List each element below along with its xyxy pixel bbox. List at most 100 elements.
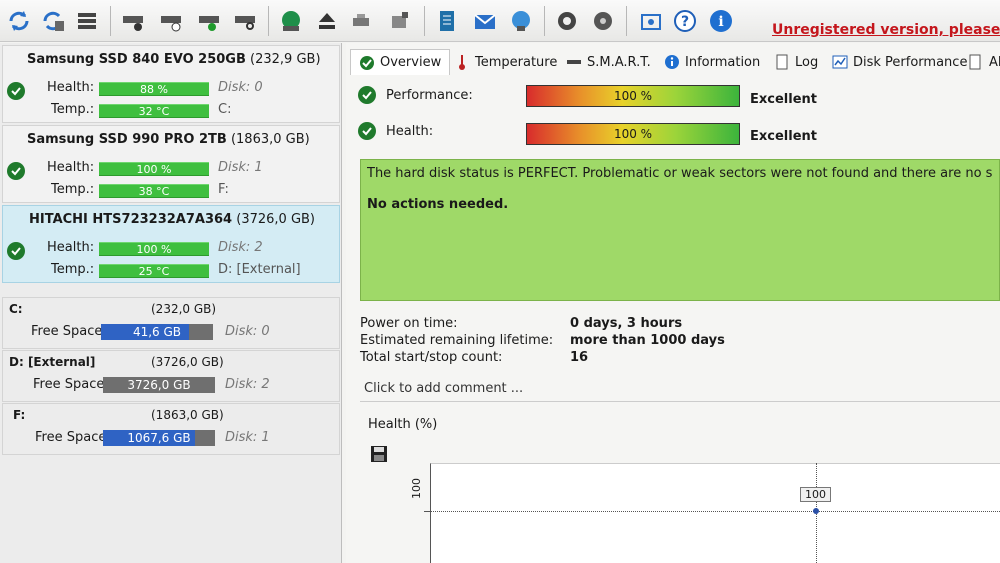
eject-icon[interactable] [312, 6, 342, 36]
performance-result: Excellent [750, 92, 817, 107]
disk-number: Disk: 0 [218, 80, 263, 95]
disk-search-icon[interactable] [230, 6, 260, 36]
temp-bar: 38 °C [99, 184, 209, 198]
data-point-label: 100 [800, 487, 831, 502]
add-comment-link[interactable]: Click to add comment ... [364, 381, 523, 396]
disk-name: Samsung SSD 840 EVO 250GB [27, 52, 246, 67]
partition-item-f[interactable]: F: (1863,0 GB) Free Space 1067,6 GB Disk… [2, 403, 340, 455]
status-text: The hard disk status is PERFECT. Problem… [367, 166, 993, 181]
health-label: Health: [47, 80, 95, 95]
disk-size: (232,9 GB) [250, 52, 321, 67]
free-space-bar: 41,6 GB [101, 324, 213, 340]
disk-item-1[interactable]: Samsung SSD 990 PRO 2TB (1863,0 GB) Heal… [2, 125, 340, 203]
left-panel: Samsung SSD 840 EVO 250GB (232,9 GB) Hea… [0, 43, 342, 563]
log-icon [774, 54, 790, 70]
partition-disk: Disk: 2 [225, 377, 270, 392]
health-result: Excellent [750, 129, 817, 144]
check-icon [359, 55, 375, 71]
drive-letter: F: [218, 182, 229, 197]
performance-label: Performance: [386, 88, 473, 103]
unregistered-link[interactable]: Unregistered version, please regis [772, 22, 1000, 38]
svg-text:i: i [718, 14, 723, 30]
disk-size: (3726,0 GB) [236, 212, 316, 227]
power-on-value: 0 days, 3 hours [570, 316, 683, 331]
screenshot-icon[interactable] [636, 6, 666, 36]
thermometer-icon [454, 54, 470, 70]
notepad-icon[interactable] [432, 6, 462, 36]
disk-number: Disk: 1 [218, 160, 263, 175]
partition-disk: Disk: 1 [225, 430, 270, 445]
temp-label: Temp.: [51, 102, 95, 117]
disk-item-2[interactable]: HITACHI HTS723232A7A364 (3726,0 GB) Heal… [2, 205, 340, 283]
health-bar: 88 % [99, 82, 209, 96]
partition-name: D: [External] [9, 355, 96, 369]
partition-size: (3726,0 GB) [151, 355, 224, 369]
info-icon [664, 54, 680, 70]
partition-item-d[interactable]: D: [External] (3726,0 GB) Free Space 372… [2, 350, 340, 402]
free-space-bar: 3726,0 GB [103, 377, 215, 393]
refresh-icon[interactable] [4, 6, 34, 36]
mail-icon[interactable] [470, 6, 500, 36]
alerts-icon [968, 54, 984, 70]
disk-item-0[interactable]: Samsung SSD 840 EVO 250GB (232,9 GB) Hea… [2, 45, 340, 123]
partition-name: F: [13, 408, 26, 422]
startstop-label: Total start/stop count: [360, 350, 503, 365]
partition-size: (232,0 GB) [151, 302, 217, 316]
startstop-value: 16 [570, 350, 589, 365]
health-label: Health: [386, 124, 434, 139]
temp-bar: 32 °C [99, 104, 209, 118]
settings-gear-icon[interactable] [552, 6, 582, 36]
globe-icon[interactable] [276, 6, 306, 36]
partition-size: (1863,0 GB) [151, 408, 224, 422]
health-bar: 100 % [526, 123, 740, 145]
help-icon[interactable]: ? [670, 6, 700, 36]
tools-icon[interactable] [346, 6, 376, 36]
actions-text: No actions needed. [367, 197, 509, 212]
info-icon[interactable]: i [706, 6, 736, 36]
right-panel: Overview Temperature S.M.A.R.T. Informat… [346, 43, 1000, 563]
performance-bar: 100 % [526, 85, 740, 107]
health-bar: 100 % [99, 242, 209, 256]
disk-check-icon[interactable] [194, 6, 224, 36]
ok-check-icon [7, 162, 25, 180]
chart-icon [832, 54, 848, 70]
disk-size: (1863,0 GB) [230, 132, 310, 147]
refresh-all-icon[interactable] [38, 6, 68, 36]
disk-down-icon[interactable] [118, 6, 148, 36]
status-message-box: The hard disk status is PERFECT. Problem… [360, 159, 1000, 301]
tab-temperature[interactable]: Temperature [454, 49, 557, 75]
tab-disk-performance[interactable]: Disk Performance [832, 49, 967, 75]
drive-letter: D: [External] [218, 262, 301, 277]
ok-check-icon [7, 242, 25, 260]
partition-item-c[interactable]: C: (232,0 GB) Free Space 41,6 GB Disk: 0 [2, 297, 340, 349]
svg-text:?: ? [681, 14, 689, 30]
tab-log[interactable]: Log [774, 49, 818, 75]
health-label: Health: [47, 160, 95, 175]
free-space-value: 3726,0 GB [127, 378, 191, 392]
puzzle-icon[interactable] [384, 6, 414, 36]
free-space-label: Free Space [35, 430, 107, 445]
disk-name: Samsung SSD 990 PRO 2TB [27, 132, 227, 147]
free-space-label: Free Space [31, 324, 103, 339]
tab-smart[interactable]: S.M.A.R.T. [566, 49, 651, 75]
disk-list-icon[interactable] [72, 6, 102, 36]
free-space-value: 41,6 GB [132, 325, 182, 339]
health-bar: 100 % [99, 162, 209, 176]
tab-overview[interactable]: Overview [350, 49, 451, 75]
lifetime-label: Estimated remaining lifetime: [360, 333, 554, 348]
temp-label: Temp.: [51, 182, 95, 197]
tab-alerts[interactable]: Al [968, 49, 1000, 75]
ok-check-icon [358, 122, 376, 140]
free-space-bar: 1067,6 GB [103, 430, 215, 446]
save-icon[interactable] [370, 445, 388, 463]
lifetime-value: more than 1000 days [570, 333, 725, 348]
sound-icon[interactable] [588, 6, 618, 36]
data-point [813, 508, 819, 514]
y-tick-label: 100 [410, 478, 423, 499]
ok-check-icon [358, 86, 376, 104]
disk-clock-icon[interactable] [156, 6, 186, 36]
ok-check-icon [7, 82, 25, 100]
network-icon[interactable] [506, 6, 536, 36]
tab-information[interactable]: Information [664, 49, 760, 75]
health-label: Health: [47, 240, 95, 255]
